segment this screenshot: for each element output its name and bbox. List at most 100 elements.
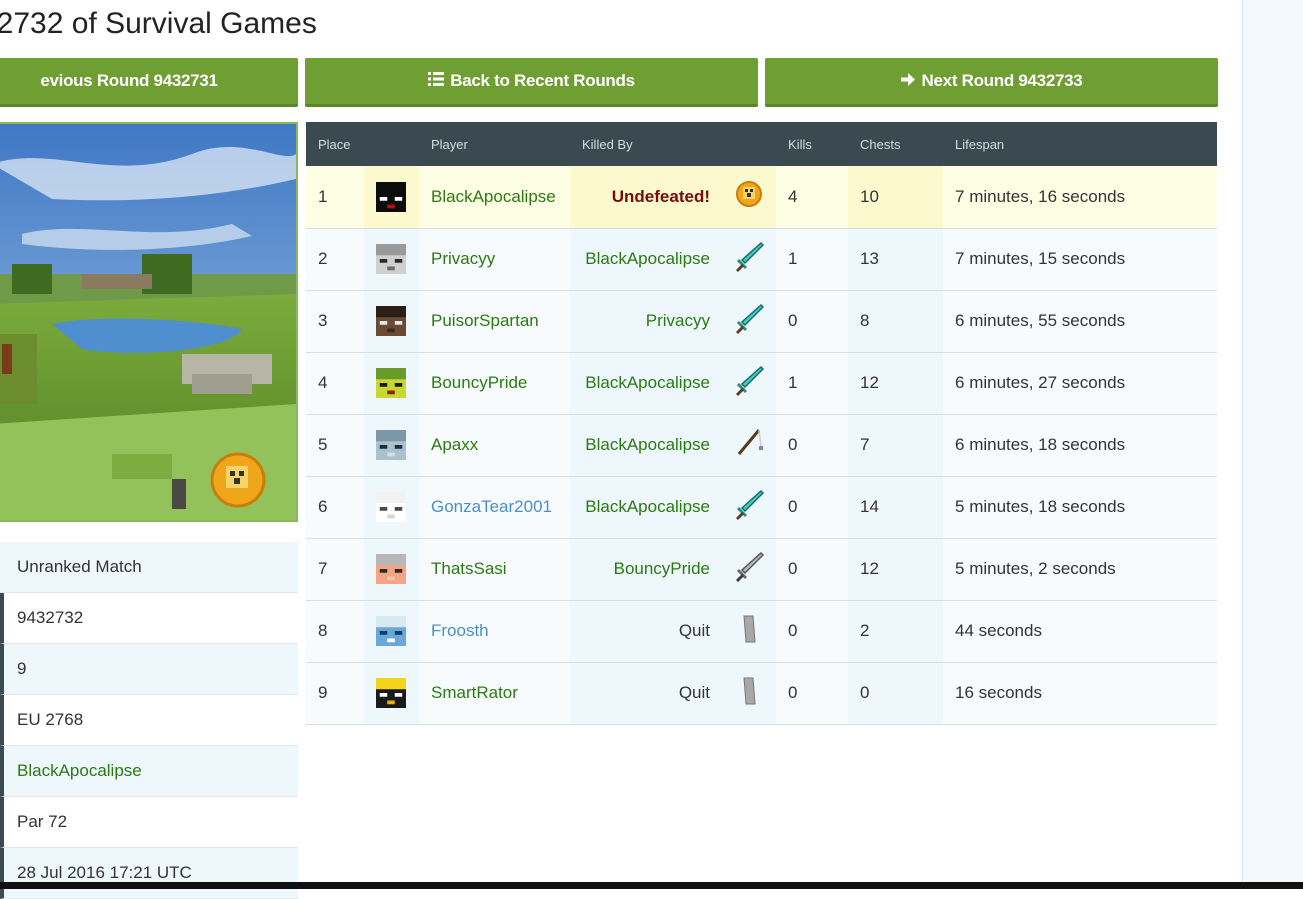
killed-by-cell: BouncyPride — [570, 538, 722, 601]
server-value: EU 2768 — [17, 710, 84, 729]
medal-icon — [733, 181, 765, 214]
place-cell: 6 — [306, 476, 364, 539]
undefeated-label: Undefeated! — [611, 186, 710, 206]
table-row: 4 BouncyPride BlackApocalipse 1 12 6 minutes,… — [306, 352, 1218, 415]
diamond-sword-icon — [733, 303, 765, 339]
kills-cell: 0 — [776, 662, 849, 725]
kills-cell: 1 — [776, 352, 849, 415]
bottom-edge-bar — [0, 882, 1303, 889]
next-round-button[interactable]: Next Round 9432733 — [765, 58, 1218, 107]
killer-link[interactable]: BouncyPride — [614, 559, 710, 578]
quit-label: Quit — [678, 683, 710, 702]
header-place[interactable]: Place — [306, 122, 364, 166]
back-to-recent-rounds-button[interactable]: Back to Recent Rounds — [305, 58, 758, 107]
weapon-cell — [722, 600, 777, 663]
header-chests[interactable]: Chests — [848, 122, 944, 166]
right-sidebar-strip — [1242, 0, 1303, 889]
lifespan-cell: 6 minutes, 18 seconds — [943, 414, 1218, 477]
winner-row[interactable]: BlackApocalipse — [0, 746, 298, 797]
kills-cell: 0 — [776, 414, 849, 477]
fishing-rod-icon — [733, 428, 765, 463]
chests-cell: 2 — [848, 600, 944, 663]
killer-link[interactable]: Privacyy — [646, 311, 710, 330]
killer-link[interactable]: BlackApocalipse — [585, 435, 710, 454]
round-id-value: 9432732 — [17, 608, 84, 627]
killer-link[interactable]: BlackApocalipse — [585, 373, 710, 392]
quit-label: Quit — [678, 621, 710, 640]
header-killed-by[interactable]: Killed By — [570, 122, 777, 166]
player-link[interactable]: BlackApocalipse — [431, 187, 556, 206]
table-row: 1 BlackApocalipse Undefeated! 4 10 7 minutes,… — [306, 166, 1218, 229]
player-cell: GonzaTear2001 — [419, 476, 570, 539]
killed-by-cell: Undefeated! — [570, 166, 722, 229]
lifespan-cell: 6 minutes, 27 seconds — [943, 352, 1218, 415]
weapon-cell — [722, 290, 777, 353]
round-info-list: Unranked Match 9432732 9 EU 2768 BlackAp… — [0, 542, 298, 899]
map-preview-image — [0, 122, 298, 522]
player-cell: ThatsSasi — [419, 538, 570, 601]
diamond-sword-icon — [733, 241, 765, 277]
player-head-icon — [376, 678, 419, 708]
killer-link[interactable]: BlackApocalipse — [585, 497, 710, 516]
player-link[interactable]: Froosth — [431, 621, 489, 640]
table-row: 8 Froosth Quit 0 2 44 seconds — [306, 600, 1218, 663]
player-avatar — [364, 414, 419, 477]
table-row: 7 ThatsSasi BouncyPride 0 12 5 minutes, 2 sec… — [306, 538, 1218, 601]
diamond-sword-icon — [733, 489, 765, 525]
killed-by-cell: BlackApocalipse — [570, 476, 722, 539]
player-avatar — [364, 538, 419, 601]
lifespan-cell: 16 seconds — [943, 662, 1218, 725]
player-count-value: 9 — [17, 659, 27, 678]
player-link[interactable]: PuisorSpartan — [431, 311, 539, 330]
kills-cell: 0 — [776, 290, 849, 353]
player-link[interactable]: Privacyy — [431, 249, 495, 268]
player-avatar — [364, 290, 419, 353]
player-link[interactable]: GonzaTear2001 — [431, 497, 552, 516]
winner-link[interactable]: BlackApocalipse — [17, 761, 142, 781]
place-cell: 8 — [306, 600, 364, 663]
round-results-table: Place Player Killed By Kills Chests Life… — [306, 122, 1218, 725]
header-kills[interactable]: Kills — [776, 122, 849, 166]
player-head-icon — [376, 492, 419, 522]
weapon-cell — [722, 228, 777, 291]
player-head-icon — [376, 181, 419, 212]
weapon-cell — [722, 662, 777, 725]
previous-round-button[interactable]: evious Round 9432731 — [0, 58, 298, 107]
date-row: 28 Jul 2016 17:21 UTC — [0, 848, 298, 899]
map-name-row: Par 72 — [0, 797, 298, 848]
header-player[interactable]: Player — [419, 122, 570, 166]
header-lifespan[interactable]: Lifespan — [943, 122, 1218, 166]
killer-link[interactable]: BlackApocalipse — [585, 249, 710, 268]
player-link[interactable]: Apaxx — [431, 435, 478, 454]
round-id-row: 9432732 — [0, 593, 298, 644]
arrow-right-icon — [900, 72, 916, 91]
player-link[interactable]: ThatsSasi — [431, 559, 507, 578]
chests-cell: 14 — [848, 476, 944, 539]
quit-flag-icon — [733, 615, 765, 649]
table-row: 3 PuisorSpartan Privacyy 0 8 6 minutes, 55 se… — [306, 290, 1218, 353]
player-link[interactable]: SmartRator — [431, 683, 518, 702]
weapon-cell — [722, 538, 777, 601]
table-row: 2 Privacyy BlackApocalipse 1 13 7 minutes, 15… — [306, 228, 1218, 291]
killed-by-cell: Quit — [570, 662, 722, 725]
match-type-row: Unranked Match — [0, 542, 298, 593]
player-cell: BouncyPride — [419, 352, 570, 415]
kills-cell: 4 — [776, 166, 849, 229]
lifespan-cell: 6 minutes, 55 seconds — [943, 290, 1218, 353]
killed-by-cell: BlackApocalipse — [570, 352, 722, 415]
player-count-row: 9 — [0, 644, 298, 695]
chests-cell: 7 — [848, 414, 944, 477]
lifespan-cell: 7 minutes, 15 seconds — [943, 228, 1218, 291]
weapon-cell — [722, 476, 777, 539]
lifespan-cell: 5 minutes, 2 seconds — [943, 538, 1218, 601]
player-link[interactable]: BouncyPride — [431, 373, 527, 392]
killed-by-cell: BlackApocalipse — [570, 414, 722, 477]
kills-cell: 0 — [776, 476, 849, 539]
weapon-cell — [722, 166, 777, 229]
page-title: 32732 of Survival Games — [0, 7, 317, 40]
player-cell: BlackApocalipse — [419, 166, 570, 229]
header-head — [364, 122, 419, 166]
lifespan-cell: 7 minutes, 16 seconds — [943, 166, 1218, 229]
weapon-cell — [722, 352, 777, 415]
place-cell: 3 — [306, 290, 364, 353]
